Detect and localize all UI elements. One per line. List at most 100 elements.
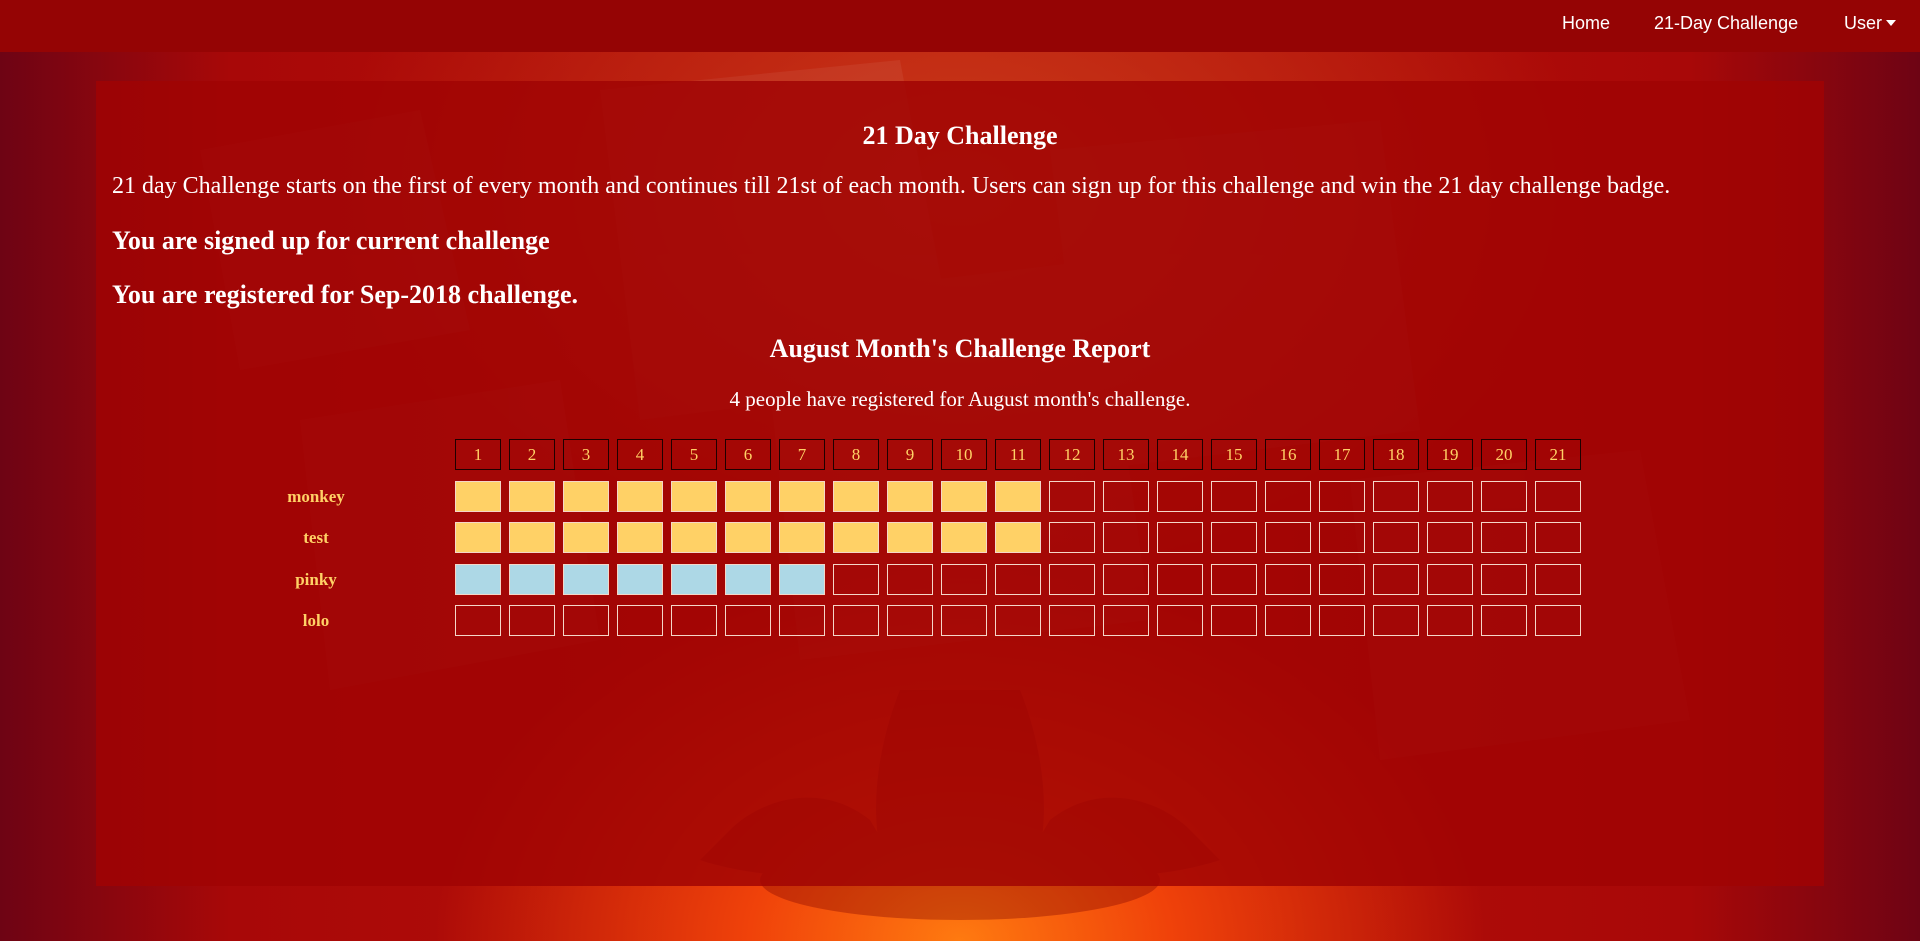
day-cell <box>1265 564 1311 595</box>
day-cell <box>1157 564 1203 595</box>
nav-21-day-challenge-link[interactable]: 21-Day Challenge <box>1654 13 1798 34</box>
day-cell <box>563 481 609 512</box>
day-cell <box>617 564 663 595</box>
day-cell <box>833 605 879 636</box>
day-header: 13 <box>1103 439 1149 470</box>
day-cell <box>1373 481 1419 512</box>
day-cell <box>1211 564 1257 595</box>
day-cell <box>1157 481 1203 512</box>
day-cell <box>1427 481 1473 512</box>
nav-user-label: User <box>1844 13 1883 33</box>
day-cell <box>779 564 825 595</box>
day-cell <box>563 564 609 595</box>
day-cell <box>1373 564 1419 595</box>
day-cell <box>1481 605 1527 636</box>
report-registration-count: 4 people have registered for August mont… <box>729 387 1191 411</box>
day-cell <box>1211 605 1257 636</box>
caret-down-icon <box>1886 20 1897 27</box>
user-name-lolo: lolo <box>302 611 330 630</box>
day-cell <box>1373 605 1419 636</box>
day-cell <box>1427 605 1473 636</box>
day-cell <box>1535 605 1581 636</box>
day-cell <box>563 605 609 636</box>
day-header: 5 <box>671 439 717 470</box>
day-cell <box>1265 481 1311 512</box>
day-cell <box>1427 564 1473 595</box>
day-cell <box>995 605 1041 636</box>
day-cell <box>671 605 717 636</box>
day-cell <box>455 522 501 553</box>
day-cell <box>1157 522 1203 553</box>
day-header: 2 <box>509 439 555 470</box>
day-header: 9 <box>887 439 933 470</box>
day-cell <box>1481 481 1527 512</box>
day-cell <box>1265 522 1311 553</box>
day-cell <box>779 522 825 553</box>
day-cell <box>1103 605 1149 636</box>
day-cell <box>455 564 501 595</box>
day-cell <box>1265 605 1311 636</box>
day-header: 8 <box>833 439 879 470</box>
day-header: 18 <box>1373 439 1419 470</box>
day-header: 4 <box>617 439 663 470</box>
top-navbar: Home 21-Day Challenge User <box>0 0 1920 52</box>
day-cell <box>941 605 987 636</box>
nav-user-dropdown[interactable]: User <box>1844 13 1897 34</box>
day-header: 11 <box>995 439 1041 470</box>
day-cell <box>1319 481 1365 512</box>
day-cell <box>1103 564 1149 595</box>
user-name-test: test <box>303 528 329 547</box>
day-cell <box>1535 564 1581 595</box>
day-cell <box>1319 605 1365 636</box>
day-cell <box>1049 481 1095 512</box>
day-cell <box>671 522 717 553</box>
day-cell <box>1481 564 1527 595</box>
day-cell <box>1427 522 1473 553</box>
day-cell <box>833 522 879 553</box>
day-header: 7 <box>779 439 825 470</box>
day-cell <box>887 605 933 636</box>
day-cell <box>509 605 555 636</box>
day-cell <box>617 481 663 512</box>
day-header: 21 <box>1535 439 1581 470</box>
day-cell <box>1157 605 1203 636</box>
day-cell <box>563 522 609 553</box>
registration-status: You are registered for Sep-2018 challeng… <box>112 280 579 309</box>
challenge-description: 21 day Challenge starts on the first of … <box>112 173 1671 199</box>
nav-home-link[interactable]: Home <box>1562 13 1610 34</box>
day-cell <box>1049 522 1095 553</box>
user-name-pinky: pinky <box>295 570 337 589</box>
challenge-panel: 21 Day Challenge 21 day Challenge starts… <box>96 81 1824 886</box>
day-cell <box>1535 481 1581 512</box>
day-cell <box>941 522 987 553</box>
day-cell <box>1049 605 1095 636</box>
day-cell <box>509 481 555 512</box>
day-header: 6 <box>725 439 771 470</box>
report-title: August Month's Challenge Report <box>769 334 1151 363</box>
day-cell <box>887 564 933 595</box>
day-cell <box>995 522 1041 553</box>
day-cell <box>1049 564 1095 595</box>
day-cell <box>455 481 501 512</box>
day-header: 14 <box>1157 439 1203 470</box>
day-cell <box>509 522 555 553</box>
day-header: 20 <box>1481 439 1527 470</box>
day-header: 12 <box>1049 439 1095 470</box>
signup-status: You are signed up for current challenge <box>112 226 550 255</box>
day-cell <box>725 605 771 636</box>
day-cell <box>941 564 987 595</box>
day-header: 10 <box>941 439 987 470</box>
day-header: 19 <box>1427 439 1473 470</box>
day-cell <box>1211 522 1257 553</box>
day-cell <box>887 522 933 553</box>
day-cell <box>617 605 663 636</box>
day-header: 3 <box>563 439 609 470</box>
day-cell <box>617 522 663 553</box>
day-header: 16 <box>1265 439 1311 470</box>
day-cell <box>1373 522 1419 553</box>
day-cell <box>995 481 1041 512</box>
day-cell <box>887 481 933 512</box>
day-header: 1 <box>455 439 501 470</box>
day-cell <box>509 564 555 595</box>
day-cell <box>1211 481 1257 512</box>
